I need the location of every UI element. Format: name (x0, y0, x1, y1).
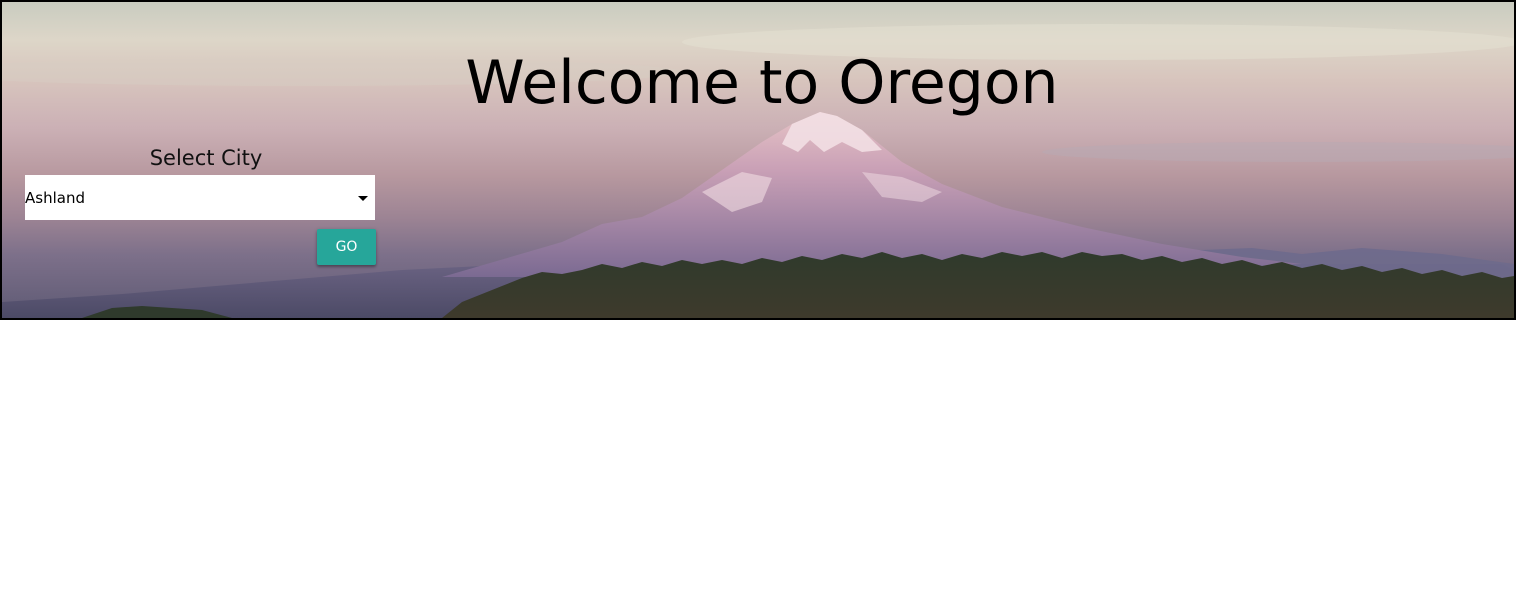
caret-down-icon (358, 196, 368, 201)
hero-banner: Welcome to Oregon Select City Ashland GO (0, 0, 1516, 320)
select-city-label: Select City (149, 146, 263, 170)
city-select-dropdown[interactable]: Ashland (25, 175, 375, 220)
city-select-value: Ashland (25, 189, 85, 207)
page-title: Welcome to Oregon (465, 48, 1059, 118)
go-button[interactable]: GO (317, 229, 376, 265)
